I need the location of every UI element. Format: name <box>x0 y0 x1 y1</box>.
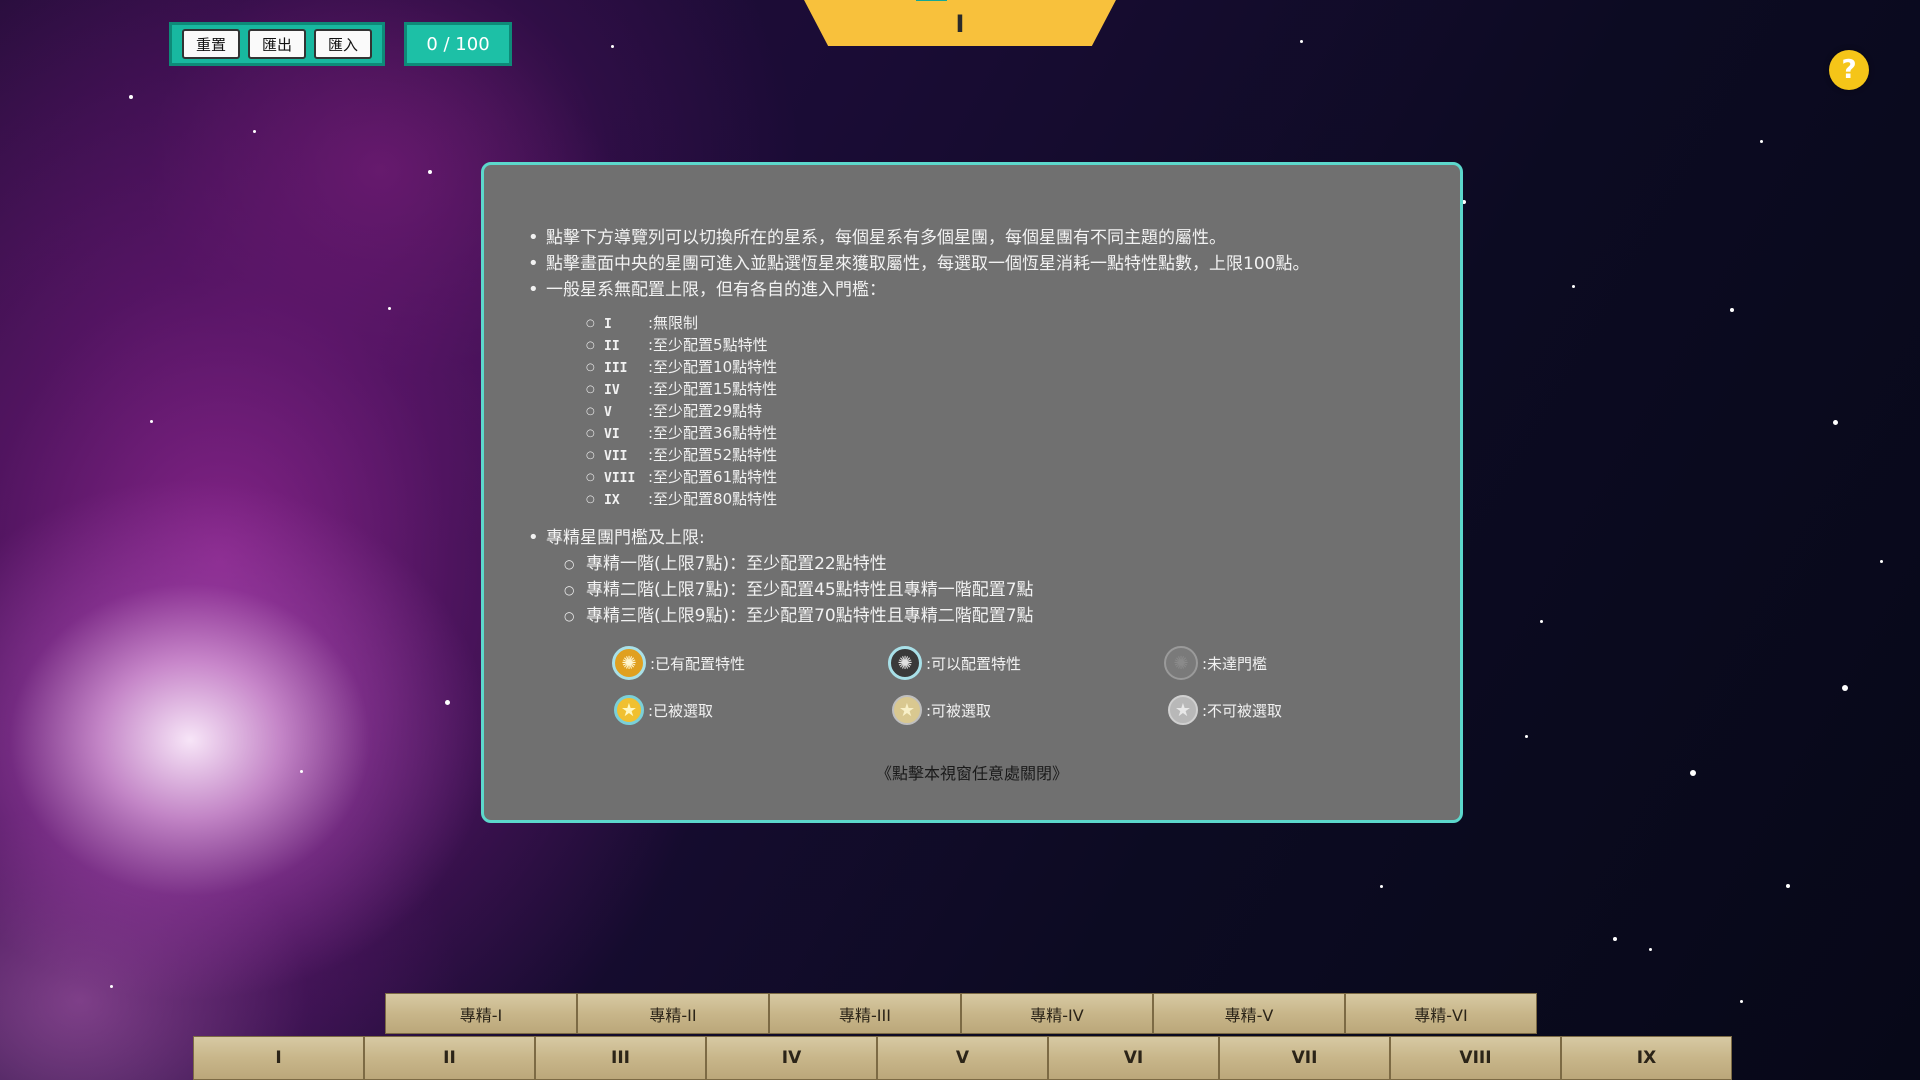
legend-selected: ★ :已被選取 <box>614 692 713 728</box>
points-counter: 0 / 100 <box>404 22 512 66</box>
tab-galaxy-9[interactable]: IX <box>1561 1036 1732 1080</box>
threshold-text: :至少配置36點特性 <box>648 424 778 442</box>
threshold-text: :無限制 <box>648 314 699 332</box>
current-galaxy-label: I <box>955 10 965 38</box>
threshold-text: :至少配置80點特性 <box>648 490 778 508</box>
legend-label: :未達門檻 <box>1202 654 1268 673</box>
tab-spec-6[interactable]: 專精-VI <box>1345 993 1537 1034</box>
threshold-item: I :無限制 <box>586 313 1424 335</box>
threshold-text: :至少配置61點特性 <box>648 468 778 486</box>
legend-not-selectable: ★ :不可被選取 <box>1168 692 1282 728</box>
threshold-galaxy: II <box>604 339 620 354</box>
legend-label: :不可被選取 <box>1202 701 1283 720</box>
threshold-galaxy: VII <box>604 449 628 464</box>
legend-label: :已有配置特性 <box>650 654 746 673</box>
assignable-trait-icon: ✺ <box>888 646 922 680</box>
threshold-galaxy: III <box>604 361 628 376</box>
help-button[interactable]: ? <box>1829 50 1869 90</box>
tab-spec-1[interactable]: 專精-I <box>385 993 577 1034</box>
threshold-text: :至少配置29點特 <box>648 402 763 420</box>
legend-label: :可被選取 <box>926 701 992 720</box>
galaxy-tab-notch <box>916 0 948 1</box>
reset-button[interactable]: 重置 <box>182 29 240 59</box>
import-button[interactable]: 匯入 <box>314 29 372 59</box>
help-modal[interactable]: 點擊下方導覽列可以切換所在的星系，每個星系有多個星團，每個星團有不同主題的屬性。… <box>481 162 1463 823</box>
threshold-galaxy: IV <box>604 383 620 398</box>
threshold-item: IX :至少配置80點特性 <box>586 489 1424 511</box>
threshold-item: V :至少配置29點特 <box>586 401 1424 423</box>
tab-galaxy-6[interactable]: VI <box>1048 1036 1219 1080</box>
tab-spec-2[interactable]: 專精-II <box>577 993 769 1034</box>
threshold-galaxy: VIII <box>604 471 636 486</box>
unselectable-star-icon: ★ <box>1168 695 1198 725</box>
current-galaxy-tab: I <box>803 0 1117 46</box>
legend-label: :已被選取 <box>648 701 714 720</box>
tab-spec-5[interactable]: 專精-V <box>1153 993 1345 1034</box>
threshold-item: IV :至少配置15點特性 <box>586 379 1424 401</box>
rule-item: 點擊畫面中央的星團可進入並點選恆星來獲取屬性，每選取一個恆星消耗一點特性點數，上… <box>524 251 1424 277</box>
rule-text: 一般星系無配置上限，但有各自的進入門檻： <box>546 280 886 300</box>
legend-has-points: ✺ :已有配置特性 <box>612 645 745 681</box>
spec-rule: 專精三階(上限9點)：至少配置70點特性且專精二階配置7點 <box>564 603 1424 629</box>
legend-below-threshold: ✺ :未達門檻 <box>1164 645 1267 681</box>
selectable-star-icon: ★ <box>892 695 922 725</box>
tab-galaxy-2[interactable]: II <box>364 1036 535 1080</box>
threshold-galaxy: I <box>604 317 612 332</box>
threshold-galaxy: IX <box>604 493 620 508</box>
threshold-item: II :至少配置5點特性 <box>586 335 1424 357</box>
threshold-text: :至少配置10點特性 <box>648 358 778 376</box>
spec-threshold-list: 專精一階(上限7點)：至少配置22點特性 專精二階(上限7點)：至少配置45點特… <box>546 551 1424 629</box>
spec-rule: 專精一階(上限7點)：至少配置22點特性 <box>564 551 1424 577</box>
galaxy-nav: I II III IV V VI VII VIII IX <box>193 1036 1732 1080</box>
tab-galaxy-1[interactable]: I <box>193 1036 364 1080</box>
rule-item: 一般星系無配置上限，但有各自的進入門檻： I :無限制 II :至少配置5點特性 I… <box>524 277 1424 511</box>
selected-star-icon: ★ <box>614 695 644 725</box>
close-hint: 《點擊本視窗任意處關閉》 <box>875 764 1068 783</box>
legend-selectable: ★ :可被選取 <box>892 692 991 728</box>
legend-label: :可以配置特性 <box>926 654 1022 673</box>
threshold-text: :至少配置52點特性 <box>648 446 778 464</box>
tab-galaxy-3[interactable]: III <box>535 1036 706 1080</box>
top-toolbar: 重置 匯出 匯入 <box>169 22 385 66</box>
tab-galaxy-7[interactable]: VII <box>1219 1036 1390 1080</box>
threshold-item: III :至少配置10點特性 <box>586 357 1424 379</box>
export-button[interactable]: 匯出 <box>248 29 306 59</box>
icon-legend: ✺ :已有配置特性 ✺ :可以配置特性 ✺ :未達門檻 ★ :已被選取 ★ :可… <box>612 645 1372 735</box>
threshold-text: :至少配置15點特性 <box>648 380 778 398</box>
legend-can-assign: ✺ :可以配置特性 <box>888 645 1021 681</box>
rules-list: 點擊下方導覽列可以切換所在的星系，每個星系有多個星團，每個星團有不同主題的屬性。… <box>524 225 1424 629</box>
spec-heading: 專精星團門檻及上限: <box>546 528 705 548</box>
tab-galaxy-4[interactable]: IV <box>706 1036 877 1080</box>
tab-galaxy-8[interactable]: VIII <box>1390 1036 1561 1080</box>
tab-galaxy-5[interactable]: V <box>877 1036 1048 1080</box>
threshold-item: VIII :至少配置61點特性 <box>586 467 1424 489</box>
rule-item: 點擊下方導覽列可以切換所在的星系，每個星系有多個星團，每個星團有不同主題的屬性。 <box>524 225 1424 251</box>
threshold-item: VII :至少配置52點特性 <box>586 445 1424 467</box>
threshold-galaxy: VI <box>604 427 620 442</box>
tab-spec-4[interactable]: 專精-IV <box>961 993 1153 1034</box>
threshold-item: VI :至少配置36點特性 <box>586 423 1424 445</box>
threshold-galaxy: V <box>604 405 612 420</box>
tab-spec-3[interactable]: 專精-III <box>769 993 961 1034</box>
threshold-text: :至少配置5點特性 <box>648 336 768 354</box>
galaxy-threshold-list: I :無限制 II :至少配置5點特性 III :至少配置10點特性 IV :至少配置1… <box>546 313 1424 511</box>
locked-trait-icon: ✺ <box>1164 646 1198 680</box>
allocated-trait-icon: ✺ <box>612 646 646 680</box>
rule-item: 專精星團門檻及上限: 專精一階(上限7點)：至少配置22點特性 專精二階(上限7… <box>524 525 1424 629</box>
spec-nav: 專精-I 專精-II 專精-III 專精-IV 專精-V 專精-VI <box>385 993 1537 1034</box>
spec-rule: 專精二階(上限7點)：至少配置45點特性且專精一階配置7點 <box>564 577 1424 603</box>
